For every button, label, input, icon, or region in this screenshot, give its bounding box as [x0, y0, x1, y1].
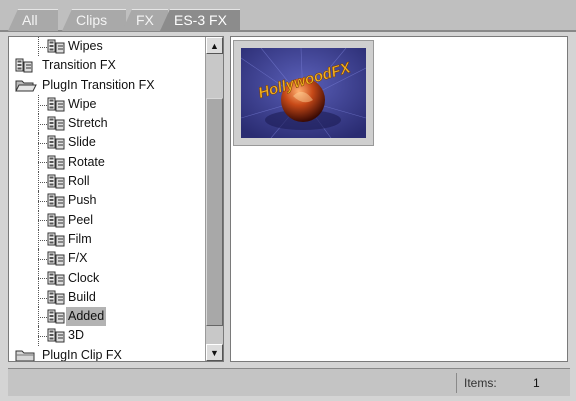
tree-item-push[interactable]: Push	[9, 191, 205, 211]
tree-connector	[38, 297, 47, 299]
effect-icon	[15, 58, 33, 73]
scroll-down-button[interactable]: ▼	[206, 344, 223, 361]
effect-icon	[47, 232, 65, 247]
tree-item-3d[interactable]: 3D	[9, 326, 205, 346]
tree-item-f-x[interactable]: F/X	[9, 249, 205, 269]
tree-connector	[38, 316, 47, 318]
tree-connector	[38, 201, 47, 203]
effect-icon	[47, 213, 65, 228]
arrow-down-icon: ▼	[210, 347, 219, 358]
tree-item-label: Slide	[68, 135, 96, 150]
effect-icon	[47, 39, 65, 54]
tree-connector	[38, 104, 47, 106]
tab-clips[interactable]: Clips	[62, 9, 126, 31]
tab-all[interactable]: All	[8, 9, 58, 31]
tree-item-plugin-transition-fx[interactable]: PlugIn Transition FX	[9, 76, 205, 95]
tree-item-build[interactable]: Build	[9, 287, 205, 308]
tree-item-rotate[interactable]: Rotate	[9, 152, 205, 173]
tree-item-stretch[interactable]: Stretch	[9, 114, 205, 134]
effects-tree: Wipes Transition FX PlugIn Transition FX Wi…	[9, 37, 205, 362]
tree-item-label: Rotate	[68, 154, 105, 169]
tree-vertical-scrollbar[interactable]: ▲ ▼	[205, 37, 223, 361]
hollywoodfx-logo-image: HollywoodFX	[241, 48, 366, 138]
tree-connector	[38, 162, 47, 164]
items-count-label: Items:	[464, 376, 497, 390]
tree-connector	[38, 239, 47, 241]
tree-item-label: PlugIn Transition FX	[42, 77, 155, 92]
tree-item-wipes[interactable]: Wipes	[9, 37, 205, 57]
tree-item-wipe[interactable]: Wipe	[9, 94, 205, 115]
closed-folder-icon	[15, 348, 37, 361]
tree-item-label: Transition FX	[42, 58, 116, 73]
tree-item-plugin-clip-fx[interactable]: PlugIn Clip FX	[9, 346, 205, 362]
tree-connector	[38, 181, 47, 183]
effect-icon	[47, 174, 65, 189]
effect-icon	[47, 193, 65, 208]
arrow-up-icon: ▲	[210, 40, 219, 51]
effect-icon	[47, 155, 65, 170]
effect-icon	[47, 271, 65, 286]
tab-es3-fx[interactable]: ES-3 FX	[160, 9, 240, 31]
scroll-thumb[interactable]	[206, 98, 223, 326]
tree-connector	[38, 46, 47, 48]
tree-item-label: Clock	[68, 270, 100, 285]
effect-thumbnail[interactable]: HollywoodFX	[233, 40, 374, 146]
tree-item-label: Peel	[68, 212, 94, 227]
tree-item-label: Wipe	[68, 96, 97, 111]
tree-item-film[interactable]: Film	[9, 229, 205, 250]
effects-tree-panel: Wipes Transition FX PlugIn Transition FX Wi…	[8, 36, 224, 362]
effect-preview-panel: HollywoodFX	[230, 36, 568, 362]
effect-icon	[47, 290, 65, 305]
effect-icon	[47, 309, 65, 324]
tree-item-label: Build	[68, 289, 96, 304]
tree-connector	[38, 258, 47, 260]
tree-item-label: Wipes	[68, 39, 103, 53]
tree-item-label: Film	[68, 231, 92, 246]
tree-item-label: Push	[68, 193, 97, 208]
effect-icon	[47, 116, 65, 131]
open-folder-icon	[15, 78, 37, 93]
effect-icon	[47, 328, 65, 343]
tree-item-label: PlugIn Clip FX	[42, 347, 122, 362]
effect-icon	[47, 251, 65, 266]
tab-fx[interactable]: FX	[122, 9, 168, 31]
tree-item-transition-fx[interactable]: Transition FX	[9, 56, 205, 75]
items-count-value: 1	[533, 376, 540, 390]
tree-connector	[38, 123, 47, 125]
tree-connector	[38, 336, 47, 338]
tree-item-added[interactable]: Added	[9, 307, 205, 327]
status-separator	[456, 373, 457, 393]
tree-item-label: F/X	[68, 251, 88, 266]
tree-connector	[38, 143, 47, 145]
tree-item-peel[interactable]: Peel	[9, 210, 205, 230]
tree-connector	[38, 278, 47, 280]
tab-strip: All Clips FX ES-3 FX	[0, 0, 576, 32]
tree-item-label: Added	[66, 307, 107, 327]
scroll-up-button[interactable]: ▲	[206, 37, 223, 54]
effect-icon	[47, 97, 65, 112]
tree-item-label: 3D	[68, 328, 84, 343]
tree-item-label: Roll	[68, 174, 90, 189]
tree-item-slide[interactable]: Slide	[9, 133, 205, 153]
status-bar: Items: 1	[8, 368, 570, 396]
tree-item-label: Stretch	[68, 116, 108, 131]
tree-connector	[38, 220, 47, 222]
tree-item-clock[interactable]: Clock	[9, 268, 205, 288]
effect-icon	[47, 135, 65, 150]
tree-item-roll[interactable]: Roll	[9, 172, 205, 192]
